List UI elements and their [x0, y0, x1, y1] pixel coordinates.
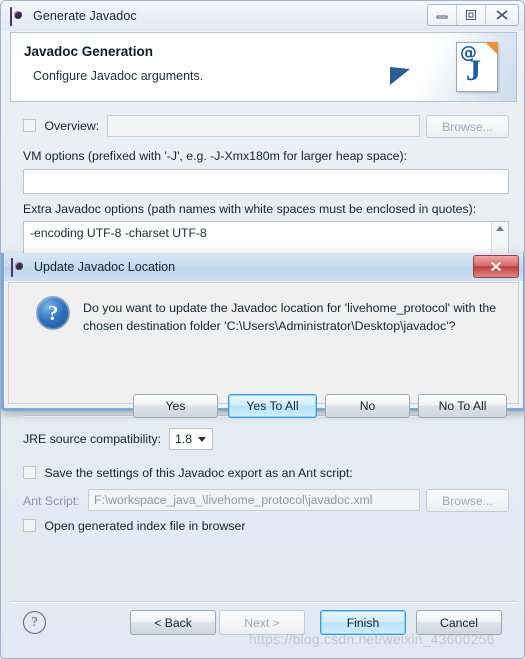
eclipse-icon [10, 7, 26, 26]
jre-compatibility-select[interactable]: 1.8 [169, 428, 213, 450]
overview-label: Overview: [44, 119, 100, 133]
minimize-button[interactable] [428, 5, 457, 25]
minimize-icon [436, 15, 448, 19]
back-button[interactable]: < Back [130, 610, 216, 635]
j-glyph: J [466, 54, 481, 87]
question-mark-icon: ? [36, 296, 70, 330]
dialog-no-to-all-button[interactable]: No To All [418, 394, 507, 418]
banner-artwork: @ J [376, 33, 516, 101]
overview-checkbox-box[interactable] [23, 119, 36, 132]
dialog-close-button[interactable] [473, 255, 519, 278]
dialog-yes-button[interactable]: Yes [133, 394, 218, 418]
cancel-button[interactable]: Cancel [416, 610, 502, 635]
open-index-label: Open generated index file in browser [44, 519, 246, 533]
extra-options-value: -encoding UTF-8 -charset UTF-8 [30, 226, 207, 240]
javadoc-page-icon: @ J [456, 42, 498, 92]
jre-compatibility-value: 1.8 [175, 432, 193, 446]
dialog-body: ? Do you want to update the Javadoc loca… [8, 282, 519, 418]
vm-options-input[interactable] [23, 169, 509, 194]
save-ant-script-label: Save the settings of this Javadoc export… [44, 466, 353, 480]
next-button[interactable]: Next > [219, 610, 305, 635]
finish-button[interactable]: Finish [320, 610, 406, 635]
save-ant-script-checkbox[interactable]: Save the settings of this Javadoc export… [23, 464, 353, 482]
wizard-banner: @ J Javadoc Generation Configure Javadoc… [10, 32, 517, 102]
banner-triangle-icon [390, 67, 410, 85]
dialog-no-button[interactable]: No [325, 394, 410, 418]
close-icon [496, 10, 508, 20]
window-controls [427, 4, 519, 26]
close-icon [490, 261, 502, 272]
scroll-up-arrow-icon[interactable] [496, 226, 504, 231]
help-icon[interactable]: ? [23, 611, 46, 634]
dialog-titlebar: Update Javadoc Location [4, 253, 523, 281]
dialog-title: Update Javadoc Location [34, 260, 176, 274]
overview-browse-button[interactable]: Browse... [426, 115, 509, 138]
restore-icon [466, 10, 476, 20]
open-index-checkbox[interactable]: Open generated index file in browser [23, 517, 245, 535]
page-title: Javadoc Generation [24, 44, 154, 59]
save-ant-script-checkbox-box[interactable] [23, 466, 36, 479]
page-fold-icon [485, 42, 498, 55]
extra-options-label: Extra Javadoc options (path names with w… [23, 202, 477, 216]
ant-script-browse-button[interactable]: Browse... [426, 489, 509, 512]
overview-checkbox[interactable]: Overview: [23, 117, 99, 135]
eclipse-icon [11, 258, 27, 277]
generate-javadoc-window: Generate Javadoc @ J Javadoc Generation … [0, 0, 525, 659]
dialog-yes-to-all-button[interactable]: Yes To All [228, 394, 317, 418]
open-index-checkbox-box[interactable] [23, 519, 36, 532]
vm-options-label: VM options (prefixed with '-J', e.g. -J-… [23, 149, 408, 163]
window-title: Generate Javadoc [33, 9, 137, 23]
overview-input[interactable] [107, 115, 420, 137]
ant-script-label: Ant Script: [23, 494, 80, 508]
dialog-message: Do you want to update the Javadoc locati… [83, 301, 497, 333]
wizard-footer: ? < Back Next > Finish Cancel [10, 601, 517, 651]
page-subtitle: Configure Javadoc arguments. [33, 69, 204, 83]
jre-compatibility-label: JRE source compatibility: [23, 432, 162, 446]
close-button[interactable] [486, 5, 518, 25]
restore-button[interactable] [457, 5, 486, 25]
chevron-down-icon [198, 437, 206, 442]
update-javadoc-location-dialog: Update Javadoc Location ? Do you want to… [1, 253, 524, 418]
ant-script-input[interactable]: F:\workspace_java_\livehome_protocol\jav… [88, 489, 420, 511]
window-titlebar: Generate Javadoc [1, 1, 524, 31]
